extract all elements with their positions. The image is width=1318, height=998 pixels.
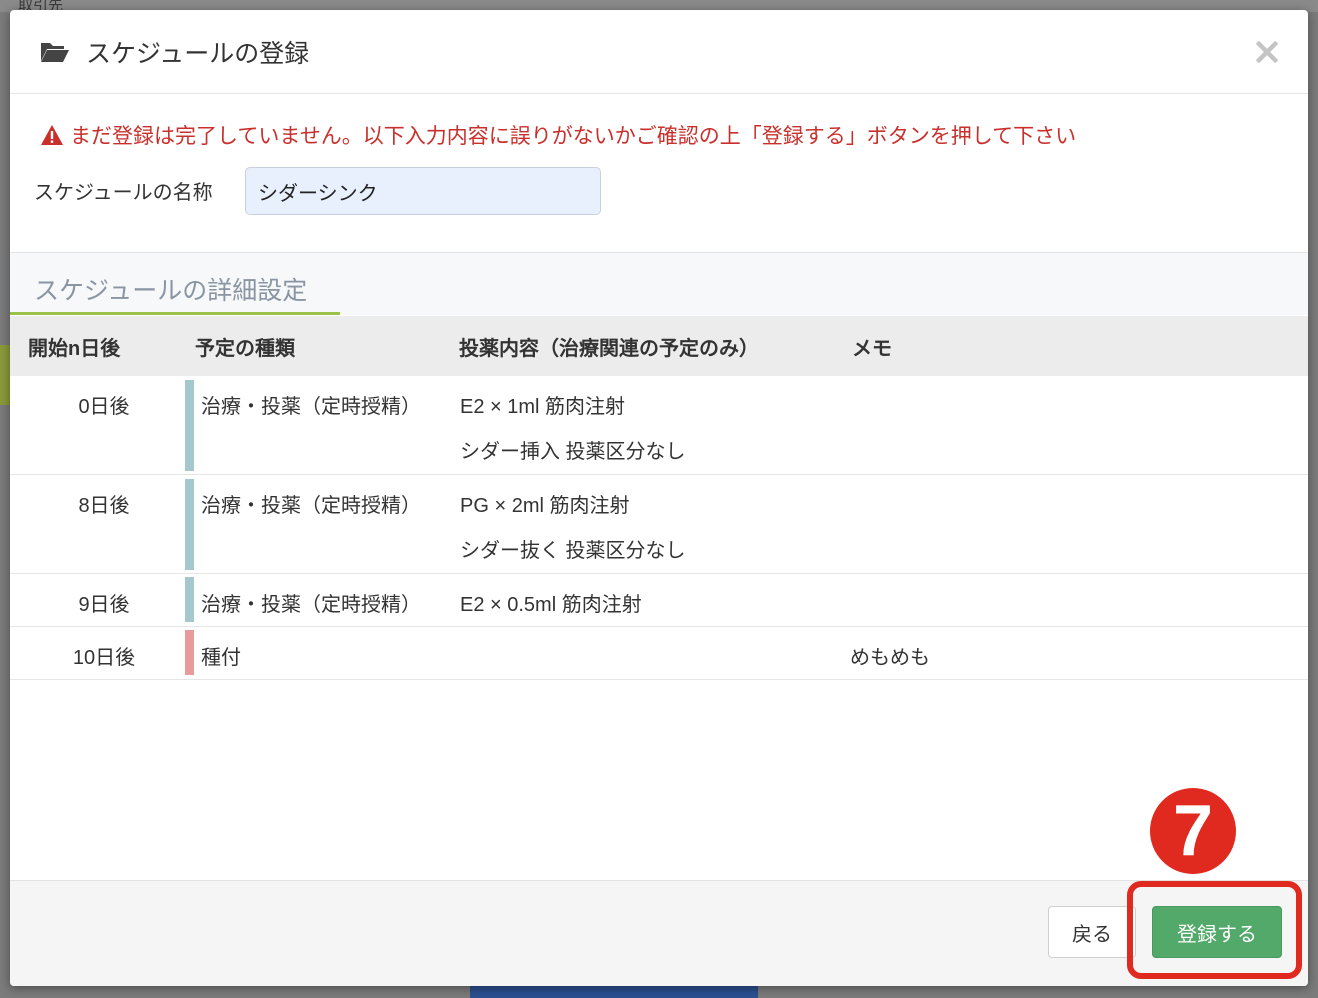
- warning-icon: [41, 125, 63, 145]
- warning-message: まだ登録は完了していません。以下入力内容に誤りがないかご確認の上「登録する」ボタ…: [40, 120, 1076, 150]
- modal-title: スケジュールの登録: [86, 40, 310, 68]
- row-day: 10日後: [72, 647, 136, 669]
- row-medication: シダー挿入 投薬区分なし: [460, 441, 686, 463]
- schedule-register-modal: スケジュールの登録 × まだ登録は完了していません。以下入力内容に誤りがないかご…: [10, 10, 1308, 986]
- treatment-type-bar: [185, 479, 194, 570]
- treatment-type-bar: [185, 577, 194, 622]
- row-medication: E2 × 0.5ml 筋肉注射: [460, 594, 642, 616]
- row-type: 治療・投薬（定時授精）: [201, 594, 421, 616]
- row-day: 9日後: [78, 594, 130, 616]
- column-header-medication: 投薬内容（治療関連の予定のみ）: [459, 338, 759, 360]
- row-type: 治療・投薬（定時授精）: [201, 396, 421, 418]
- back-button[interactable]: 戻る: [1048, 906, 1136, 958]
- row-memo: めもめも: [850, 647, 930, 669]
- close-icon[interactable]: ×: [1250, 32, 1284, 70]
- row-type: 治療・投薬（定時授精）: [201, 495, 421, 517]
- tab-schedule-details[interactable]: スケジュールの詳細設定: [34, 271, 307, 307]
- table-row: 9日後 治療・投薬（定時授精） E2 × 0.5ml 筋肉注射: [10, 574, 1308, 627]
- row-type: 種付: [201, 647, 241, 669]
- step-number-badge: 7: [1150, 788, 1236, 874]
- column-header-memo: メモ: [852, 338, 892, 360]
- warning-text: まだ登録は完了していません。以下入力内容に誤りがないかご確認の上「登録する」ボタ…: [70, 125, 1077, 148]
- modal-header: スケジュールの登録 ×: [10, 10, 1308, 94]
- row-day: 0日後: [78, 396, 130, 418]
- row-medication: PG × 2ml 筋肉注射: [460, 495, 630, 517]
- table-row: 0日後 治療・投薬（定時授精） E2 × 1ml 筋肉注射 シダー挿入 投薬区分…: [10, 376, 1308, 475]
- table-row: 8日後 治療・投薬（定時授精） PG × 2ml 筋肉注射 シダー抜く 投薬区分…: [10, 475, 1308, 574]
- column-header-start-day: 開始n日後: [28, 338, 121, 360]
- row-medication: シダー抜く 投薬区分なし: [460, 540, 686, 562]
- table-row: 10日後 種付 めもめも: [10, 627, 1308, 680]
- row-medication: E2 × 1ml 筋肉注射: [460, 396, 626, 418]
- folder-open-icon: [41, 43, 69, 62]
- schedule-name-label: スケジュールの名称: [34, 182, 213, 204]
- schedule-name-input[interactable]: [245, 167, 601, 215]
- backdrop-side-bar: [0, 345, 10, 405]
- column-header-type: 予定の種類: [195, 338, 295, 360]
- breeding-type-bar: [185, 630, 194, 675]
- treatment-type-bar: [185, 380, 194, 471]
- row-day: 8日後: [78, 495, 130, 517]
- step-highlight-box: [1127, 881, 1302, 979]
- active-tab-indicator: [10, 312, 340, 315]
